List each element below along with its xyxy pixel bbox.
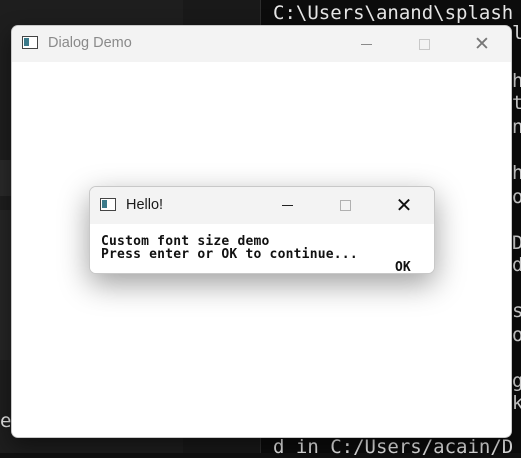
dialog-title: Hello! [126, 197, 164, 213]
minimize-icon [360, 43, 372, 45]
terminal-line-fragment: k [512, 392, 521, 414]
ok-button[interactable]: OK [395, 260, 411, 273]
terminal-line-fragment: h [512, 162, 521, 184]
terminal-line-fragment: s [512, 300, 521, 322]
dialog-body: Custom font size demo Press enter or OK … [90, 224, 434, 273]
terminal-line-fragment: t [512, 92, 521, 114]
maximize-button[interactable] [395, 26, 453, 62]
terminal-line-fragment: o [512, 324, 521, 346]
close-button[interactable]: ✕ [453, 26, 511, 62]
hello-dialog[interactable]: Hello! ✕ Custom font size demo Press ent… [89, 186, 435, 274]
dialog-close-button[interactable]: ✕ [375, 187, 433, 224]
terminal-line-fragment: n [512, 116, 521, 138]
window-titlebar[interactable]: Dialog Demo ✕ [12, 26, 511, 62]
dialog-maximize-button[interactable] [316, 187, 374, 224]
dialog-message-line: Press enter or OK to continue... [101, 247, 358, 262]
terminal-line: d in C:/Users/acain/D [273, 436, 514, 458]
terminal-line: C:\Users\anand\splash [273, 2, 514, 24]
terminal-line-fragment: l [512, 22, 521, 44]
close-icon: ✕ [474, 33, 490, 55]
background-text-fragment: e [0, 410, 12, 432]
dialog-titlebar[interactable]: Hello! ✕ [90, 187, 434, 224]
dialog-message: Custom font size demo Press enter or OK … [101, 235, 358, 261]
terminal-line-fragment: h [512, 70, 521, 92]
app-window-icon [22, 36, 38, 49]
app-window-icon [100, 198, 116, 211]
maximize-icon [418, 38, 430, 50]
terminal-line-fragment: g [512, 370, 521, 392]
dialog-minimize-button[interactable] [258, 187, 316, 224]
minimize-button[interactable] [337, 26, 395, 62]
window-title: Dialog Demo [48, 35, 132, 51]
terminal-line-fragment: o [512, 186, 521, 208]
terminal-line-fragment: d [512, 254, 521, 276]
close-icon: ✕ [395, 195, 413, 217]
maximize-icon [339, 200, 351, 211]
terminal-line-fragment: D [512, 232, 521, 254]
minimize-icon [281, 205, 293, 206]
